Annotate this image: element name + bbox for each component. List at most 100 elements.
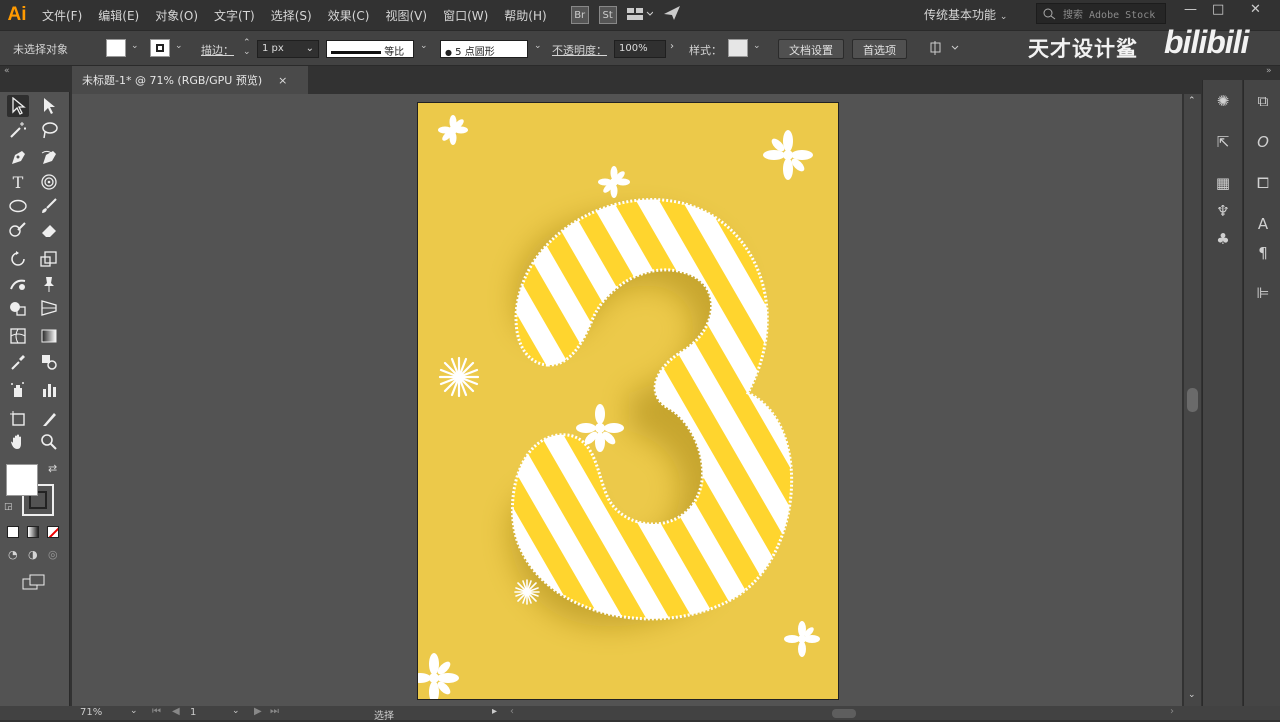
curvature-icon[interactable]: [38, 147, 60, 169]
pathfinder-icon[interactable]: ⧠: [1250, 172, 1276, 194]
type-icon[interactable]: T: [7, 171, 29, 193]
pin-icon[interactable]: [38, 273, 60, 295]
symbol-sprayer-icon[interactable]: [7, 379, 29, 401]
status-play-icon[interactable]: ▸: [492, 706, 497, 717]
page-number[interactable]: 1: [190, 707, 196, 718]
chevron-down-icon[interactable]: ⌄: [534, 41, 542, 51]
magic-wand-icon[interactable]: [7, 119, 29, 141]
blend-icon[interactable]: [38, 351, 60, 373]
arrange-documents-icon[interactable]: [626, 6, 654, 25]
zoom-icon[interactable]: [38, 431, 60, 453]
gradient-mode-icon[interactable]: [27, 526, 39, 538]
shape-builder-icon[interactable]: [7, 297, 29, 319]
menu-window[interactable]: 窗口(W): [443, 7, 488, 24]
paintbrush-icon[interactable]: [38, 195, 60, 217]
character-icon[interactable]: A: [1250, 213, 1276, 235]
close-tab-icon[interactable]: ×: [278, 74, 287, 87]
maximize-button[interactable]: □: [1212, 2, 1224, 17]
next-page-icon[interactable]: ▶: [254, 706, 262, 717]
opentype-icon[interactable]: O: [1250, 131, 1276, 153]
align-icon[interactable]: ⊫: [1250, 282, 1276, 304]
stepper-icon[interactable]: ⌃ ⌄: [243, 39, 251, 57]
collapse-right-icon[interactable]: »: [1266, 66, 1272, 76]
first-page-icon[interactable]: ⏮: [152, 706, 161, 717]
menu-effect[interactable]: 效果(C): [328, 7, 370, 24]
color-guide-icon[interactable]: ✺: [1210, 90, 1236, 112]
align-options-icon[interactable]: [930, 40, 960, 59]
bridge-badge[interactable]: Br: [570, 6, 589, 24]
lasso-icon[interactable]: [38, 119, 60, 141]
menu-file[interactable]: 文件(F): [42, 7, 82, 24]
send-icon[interactable]: [663, 5, 681, 25]
scroll-up-icon[interactable]: ⌃: [1188, 96, 1196, 106]
spiral-icon[interactable]: [38, 171, 60, 193]
perspective-icon[interactable]: [38, 297, 60, 319]
style-swatch[interactable]: [728, 39, 748, 57]
scroll-thumb[interactable]: [1187, 388, 1198, 412]
stock-search-input[interactable]: 搜索 Adobe Stock: [1036, 3, 1166, 24]
workspace-switcher[interactable]: 传统基本功能 ⌄: [924, 6, 1007, 23]
last-page-icon[interactable]: ⏭: [270, 706, 279, 717]
menu-view[interactable]: 视图(V): [385, 7, 427, 24]
opacity-field[interactable]: 100%: [614, 40, 666, 58]
menu-select[interactable]: 选择(S): [271, 7, 312, 24]
chevron-down-icon[interactable]: ⌄: [130, 706, 138, 716]
none-mode-icon[interactable]: [47, 526, 59, 538]
screen-mode-icon[interactable]: [22, 574, 46, 594]
artboard[interactable]: [417, 102, 839, 700]
scroll-down-icon[interactable]: ⌄: [1188, 690, 1196, 700]
zoom-level[interactable]: 71%: [80, 707, 102, 718]
eyedropper-icon[interactable]: [7, 351, 29, 373]
chevron-right-icon[interactable]: ›: [670, 41, 674, 52]
chevron-down-icon[interactable]: ⌄: [753, 41, 761, 51]
opacity-label[interactable]: 不透明度：: [552, 42, 607, 58]
hand-icon[interactable]: [7, 431, 29, 453]
stroke-weight-field[interactable]: 1 px ⌄: [257, 40, 319, 58]
swap-colors-icon[interactable]: ⇄: [48, 462, 57, 475]
menu-object[interactable]: 对象(O): [155, 7, 198, 24]
chevron-down-icon[interactable]: ⌄: [232, 706, 240, 716]
brush-select[interactable]: ● 5 点圆形: [440, 40, 528, 58]
stroke-swatch[interactable]: [150, 39, 170, 57]
stroke-profile-select[interactable]: 等比: [326, 40, 414, 58]
libraries-icon[interactable]: ▦: [1210, 172, 1236, 194]
collapse-left-icon[interactable]: «: [4, 66, 10, 76]
warp-icon[interactable]: [7, 273, 29, 295]
pen-icon[interactable]: [7, 147, 29, 169]
scale-icon[interactable]: [38, 248, 60, 270]
chevron-down-icon[interactable]: ⌄: [420, 41, 428, 51]
hscroll-thumb[interactable]: [832, 709, 856, 718]
chevron-down-icon[interactable]: ⌄: [131, 41, 139, 51]
draw-normal-icon[interactable]: ◔: [8, 548, 18, 561]
export-icon[interactable]: ⇱: [1210, 131, 1236, 153]
vertical-scrollbar[interactable]: ⌃ ⌄: [1184, 94, 1201, 706]
close-window-button[interactable]: ✕: [1250, 2, 1261, 17]
draw-inside-icon[interactable]: ◎: [48, 548, 58, 561]
eraser-icon[interactable]: [38, 219, 60, 241]
stroke-label[interactable]: 描边：: [201, 42, 234, 58]
hscroll-left-icon[interactable]: ‹: [510, 706, 514, 717]
fill-swatch[interactable]: [106, 39, 126, 57]
paragraph-icon[interactable]: ¶: [1250, 242, 1276, 264]
chevron-down-icon[interactable]: ⌄: [175, 41, 183, 51]
selection-icon[interactable]: [7, 95, 29, 117]
gradient-icon[interactable]: [38, 325, 60, 347]
properties-icon[interactable]: ⧉: [1250, 90, 1276, 112]
menu-type[interactable]: 文字(T): [214, 7, 255, 24]
color-mode-icon[interactable]: [7, 526, 19, 538]
brushes-icon[interactable]: ♆: [1210, 200, 1236, 222]
mesh-icon[interactable]: [7, 325, 29, 347]
shaper-icon[interactable]: [7, 219, 29, 241]
tab-document[interactable]: 未标题-1* @ 71% (RGB/GPU 预览) ×: [72, 66, 308, 94]
column-graph-icon[interactable]: [38, 379, 60, 401]
menu-help[interactable]: 帮助(H): [504, 7, 546, 24]
rotate-icon[interactable]: [7, 248, 29, 270]
direct-selection-icon[interactable]: [38, 95, 60, 117]
minimize-button[interactable]: —: [1184, 2, 1197, 17]
prev-page-icon[interactable]: ◀: [172, 706, 180, 717]
fill-color-swatch[interactable]: [6, 464, 38, 496]
stock-badge[interactable]: St: [598, 6, 617, 24]
document-setup-button[interactable]: 文档设置: [778, 39, 844, 59]
ellipse-icon[interactable]: [7, 195, 29, 217]
preferences-button[interactable]: 首选项: [852, 39, 907, 59]
